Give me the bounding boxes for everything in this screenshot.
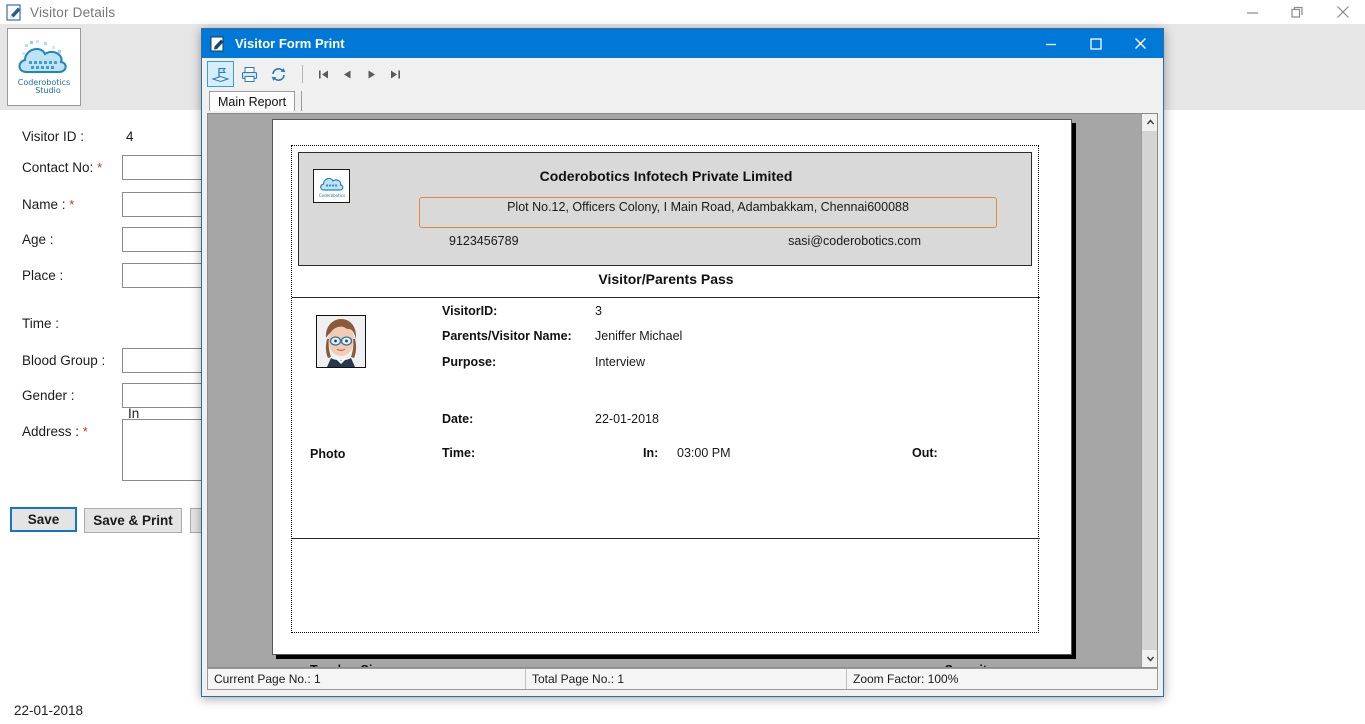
scroll-up-icon[interactable] [1142, 114, 1157, 131]
report-header-block: Coderobotics Coderobotics Infotech Priva… [298, 152, 1032, 266]
dialog-toolbar [202, 58, 1163, 90]
label-age: Age : [22, 232, 54, 247]
minimize-icon[interactable] [1028, 29, 1073, 58]
required-marker: * [97, 160, 103, 175]
report-page: Coderobotics Coderobotics Infotech Priva… [272, 119, 1072, 667]
report-label-time-out: Out: [912, 446, 938, 460]
report-photo-caption: Photo [310, 447, 346, 461]
refresh-icon[interactable] [265, 61, 292, 87]
form-row-name: Name : * [0, 190, 322, 220]
label-name: Name : * [22, 197, 75, 212]
report-label-purpose: Purpose: [442, 355, 497, 369]
form-row-age: Age : [0, 225, 322, 255]
label-time: Time : [22, 316, 59, 331]
report-divider-bottom [292, 538, 1040, 539]
form-row-contact-no: Contact No: * [0, 153, 322, 183]
label-address: Address : * [22, 424, 88, 439]
dialog-tabstrip: Main Report [202, 90, 1163, 111]
app-window-controls [1230, 0, 1365, 24]
status-current-page: Current Page No.: 1 [214, 672, 321, 686]
tab-main-report[interactable]: Main Report [209, 91, 296, 111]
status-date: 22-01-2018 [14, 703, 84, 718]
save-button[interactable]: Save [10, 507, 77, 532]
label-visitor-id: Visitor ID : [22, 129, 85, 144]
close-icon[interactable] [1320, 0, 1365, 24]
dialog-titlebar: Visitor Form Print [202, 29, 1163, 58]
scrollbar-track[interactable] [1142, 131, 1157, 650]
label-blood-group: Blood Group : [22, 353, 106, 368]
report-value-purpose: Interview [595, 355, 646, 369]
previous-page-icon[interactable] [335, 62, 359, 86]
label-contact-no: Contact No: * [22, 160, 103, 175]
logo-line2: Studio [35, 86, 61, 95]
maximize-icon[interactable] [1073, 29, 1118, 58]
export-icon[interactable] [207, 61, 234, 87]
form-row-visitor-id: Visitor ID : 4 [0, 122, 210, 152]
print-icon[interactable] [236, 61, 263, 87]
report-label-time-in: In: [643, 446, 659, 460]
visitor-form-print-dialog: Visitor Form Print Main Report Coderobot… [201, 28, 1164, 697]
form-row-gender: Gender : [0, 381, 322, 411]
svg-text:Coderobotics: Coderobotics [318, 193, 344, 198]
status-total-page: Total Page No.: 1 [532, 672, 625, 686]
edit-note-icon [6, 3, 23, 21]
report-value-visitor-id: 3 [595, 304, 602, 318]
form-row-place: Place : [0, 261, 322, 291]
visitor-photo [316, 315, 366, 368]
dialog-title: Visitor Form Print [235, 36, 345, 51]
app-titlebar: Visitor Details [0, 0, 1365, 24]
report-preview-area[interactable]: Coderobotics Coderobotics Infotech Priva… [207, 113, 1158, 668]
value-visitor-id: 4 [126, 129, 134, 144]
form-row-address: Address : * [0, 417, 322, 487]
tabstrip-stub [301, 91, 303, 111]
status-zoom-factor: Zoom Factor: 100% [853, 672, 959, 686]
required-marker: * [69, 197, 75, 212]
app-title: Visitor Details [30, 4, 116, 20]
report-label-visitor-id: VisitorID: [442, 304, 498, 318]
form-row-blood-group: Blood Group : [0, 346, 322, 376]
dialog-window-controls [1028, 29, 1163, 58]
report-value-time-in: 03:00 PM [677, 446, 731, 460]
restore-icon[interactable] [1275, 0, 1320, 24]
next-page-icon[interactable] [359, 62, 383, 86]
report-email: sasi@coderobotics.com [788, 234, 921, 248]
report-label-visitor-name: Parents/Visitor Name: [442, 329, 572, 343]
label-gender: Gender : [22, 388, 75, 403]
required-marker: * [82, 424, 88, 439]
preview-vertical-scrollbar[interactable] [1141, 114, 1157, 667]
report-company-name: Coderobotics Infotech Private Limited [539, 168, 793, 184]
report-label-time: Time: [442, 446, 476, 460]
label-place: Place : [22, 268, 64, 283]
save-and-print-button[interactable]: Save & Print [84, 508, 182, 533]
last-page-icon[interactable] [383, 62, 407, 86]
report-value-date: 22-01-2018 [595, 412, 659, 426]
report-body: Photo VisitorID: 3 Parents/Visitor Name:… [292, 298, 1040, 667]
report-content: Coderobotics Coderobotics Infotech Priva… [291, 145, 1040, 667]
report-pass-title: Visitor/Parents Pass [598, 271, 734, 287]
report-address: Plot No.12, Officers Colony, I Main Road… [419, 197, 997, 228]
minimize-icon[interactable] [1230, 0, 1275, 24]
report-value-visitor-name: Jeniffer Michael [595, 329, 683, 343]
first-page-icon[interactable] [311, 62, 335, 86]
form-row-time: Time : [0, 309, 210, 339]
scroll-down-icon[interactable] [1142, 650, 1157, 667]
toolbar-separator [302, 65, 303, 83]
report-phone: 9123456789 [449, 234, 519, 248]
company-logo: Coderobotics Studio [7, 28, 81, 106]
close-icon[interactable] [1118, 29, 1163, 58]
report-label-date: Date: [442, 412, 474, 426]
dialog-statusbar: Current Page No.: 1 Total Page No.: 1 Zo… [207, 668, 1158, 690]
edit-note-icon [210, 35, 226, 52]
